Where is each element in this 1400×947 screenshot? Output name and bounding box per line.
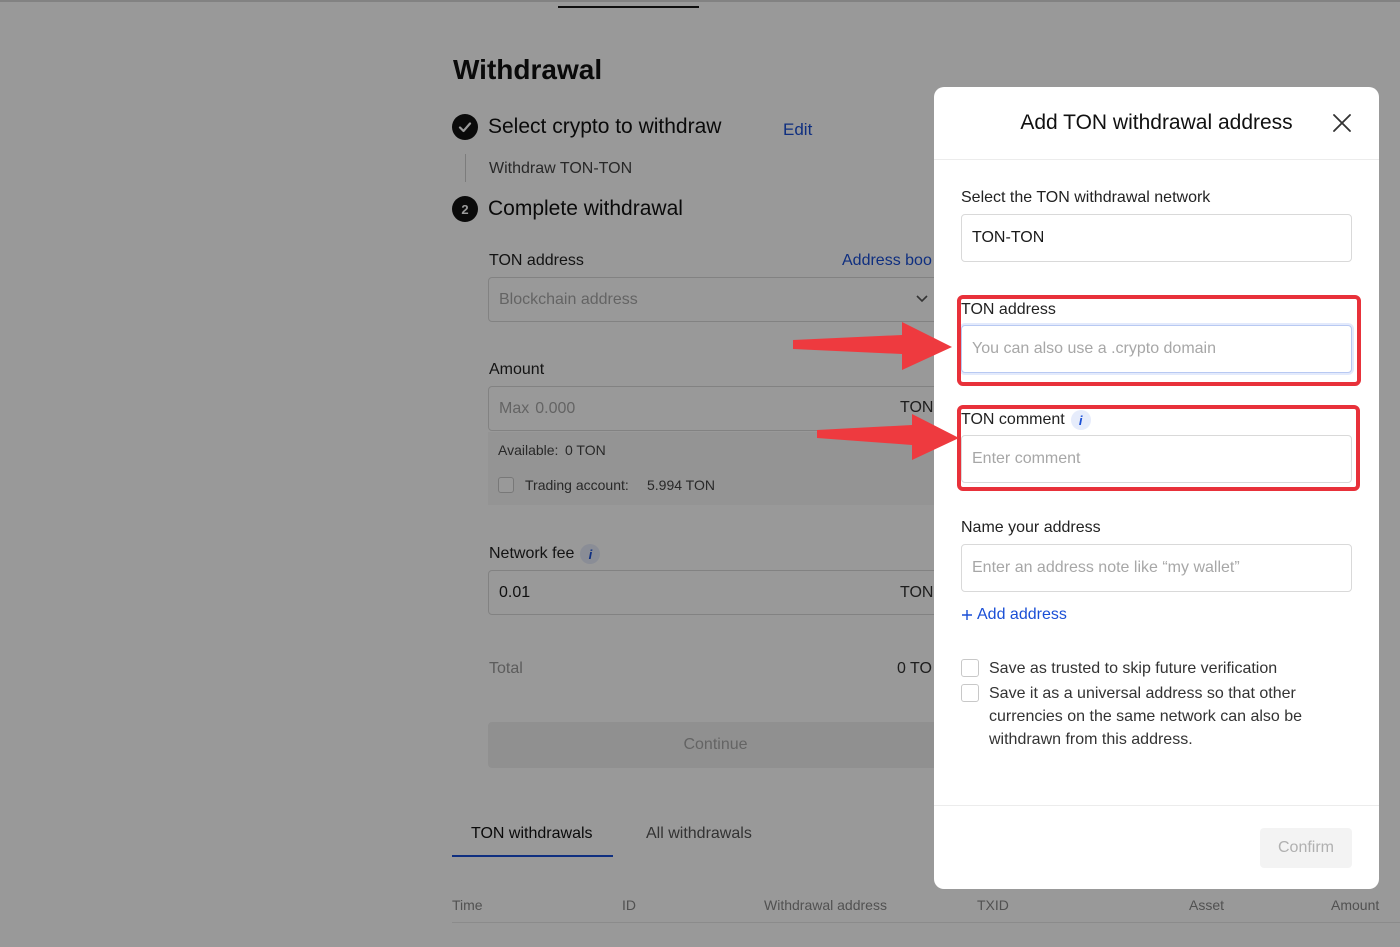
network-label: Select the TON withdrawal network bbox=[961, 189, 1211, 206]
universal-option: Save it as a universal address so that o… bbox=[961, 682, 1341, 751]
add-address-label: Add address bbox=[977, 606, 1067, 623]
arrow-to-comment-icon bbox=[817, 414, 959, 460]
address-highlight-box bbox=[957, 295, 1361, 386]
close-icon[interactable] bbox=[1332, 113, 1352, 133]
address-name-input[interactable] bbox=[972, 559, 1341, 577]
network-value: TON-TON bbox=[972, 229, 1045, 246]
modal-footer-divider bbox=[934, 805, 1379, 806]
modal-title: Add TON withdrawal address bbox=[1020, 111, 1293, 134]
add-address-button[interactable]: Add address bbox=[961, 606, 1067, 624]
universal-label: Save it as a universal address so that o… bbox=[989, 685, 1303, 748]
confirm-button[interactable]: Confirm bbox=[1260, 828, 1352, 868]
arrow-to-address-icon bbox=[793, 322, 952, 370]
trusted-checkbox[interactable] bbox=[961, 659, 979, 677]
name-address-label: Name your address bbox=[961, 519, 1101, 536]
modal-header-divider bbox=[934, 159, 1379, 160]
trusted-label: Save as trusted to skip future verificat… bbox=[989, 660, 1278, 677]
plus-icon bbox=[962, 610, 972, 620]
address-name-field[interactable] bbox=[961, 544, 1352, 592]
universal-checkbox[interactable] bbox=[961, 684, 979, 702]
comment-highlight-box bbox=[957, 405, 1360, 491]
network-select[interactable]: TON-TON bbox=[961, 214, 1352, 262]
trusted-option: Save as trusted to skip future verificat… bbox=[961, 657, 1341, 680]
